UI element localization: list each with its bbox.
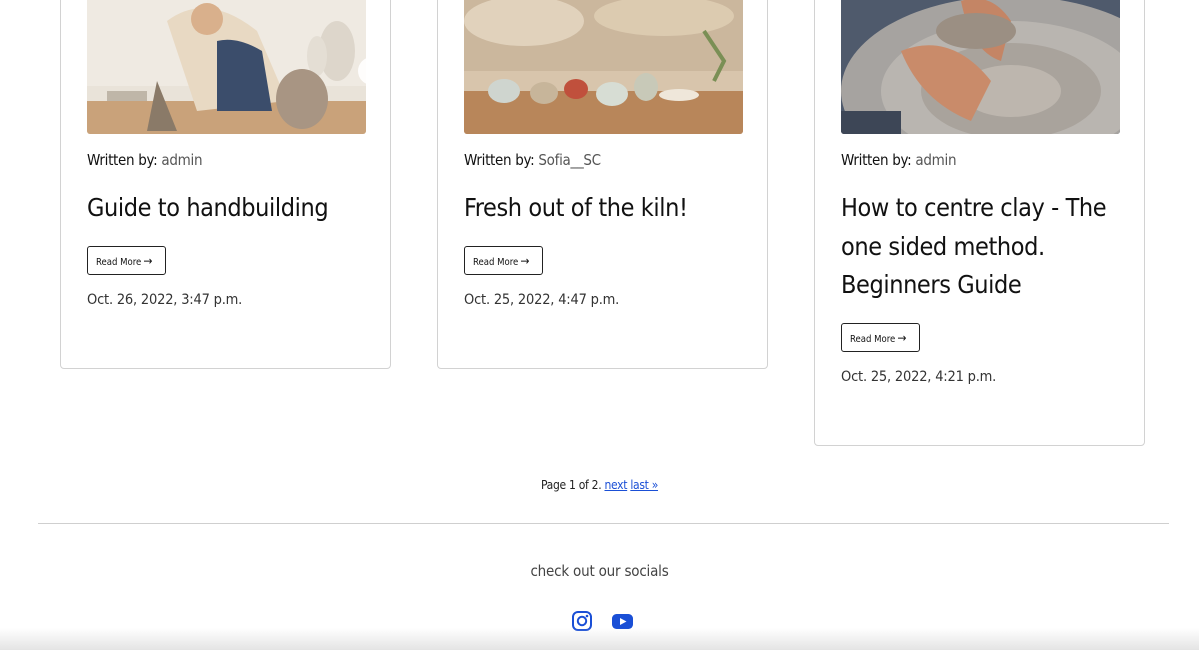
post-card: Written by: Sofia__SC Fresh out of the k…	[437, 0, 768, 369]
footer-divider	[38, 523, 1169, 524]
post-image-centre-clay[interactable]	[841, 0, 1120, 134]
post-author: admin	[915, 151, 957, 169]
post-title[interactable]: How to centre clay - The one sided metho…	[841, 189, 1126, 305]
post-byline: Written by: admin	[841, 151, 957, 169]
read-more-label: Read More	[96, 256, 142, 268]
written-by-label: Written by:	[841, 151, 912, 169]
post-byline: Written by: Sofia__SC	[464, 151, 601, 169]
read-more-button[interactable]: Read More →	[464, 246, 543, 275]
next-page-link[interactable]: next	[604, 478, 627, 492]
arrow-right-icon: →	[520, 253, 530, 268]
read-more-button[interactable]: Read More →	[841, 323, 920, 352]
post-date: Oct. 26, 2022, 3:47 p.m.	[87, 292, 243, 308]
post-title[interactable]: Fresh out of the kiln!	[464, 189, 749, 228]
bottom-shadow	[0, 628, 1199, 650]
read-more-button[interactable]: Read More →	[87, 246, 166, 275]
arrow-right-icon: →	[143, 253, 153, 268]
pagination: Page 1 of 2. next last »	[0, 478, 1199, 492]
written-by-label: Written by:	[87, 151, 158, 169]
post-image-kiln[interactable]	[464, 0, 743, 134]
arrow-right-icon: →	[897, 330, 907, 345]
page-indicator: Page 1 of 2.	[540, 478, 602, 492]
read-more-label: Read More	[473, 256, 519, 268]
post-image-handbuilding[interactable]	[87, 0, 366, 134]
socials-heading: check out our socials	[530, 562, 669, 580]
post-author: admin	[161, 151, 203, 169]
read-more-label: Read More	[850, 333, 896, 345]
post-byline: Written by: admin	[87, 151, 203, 169]
post-date: Oct. 25, 2022, 4:21 p.m.	[841, 369, 997, 385]
post-date: Oct. 25, 2022, 4:47 p.m.	[464, 292, 620, 308]
last-page-link[interactable]: last »	[630, 478, 658, 492]
post-card: Written by: admin Guide to handbuilding …	[60, 0, 391, 369]
post-title[interactable]: Guide to handbuilding	[87, 189, 372, 228]
post-author: Sofia__SC	[538, 151, 601, 169]
written-by-label: Written by:	[464, 151, 535, 169]
post-card: Written by: admin How to centre clay - T…	[814, 0, 1145, 446]
